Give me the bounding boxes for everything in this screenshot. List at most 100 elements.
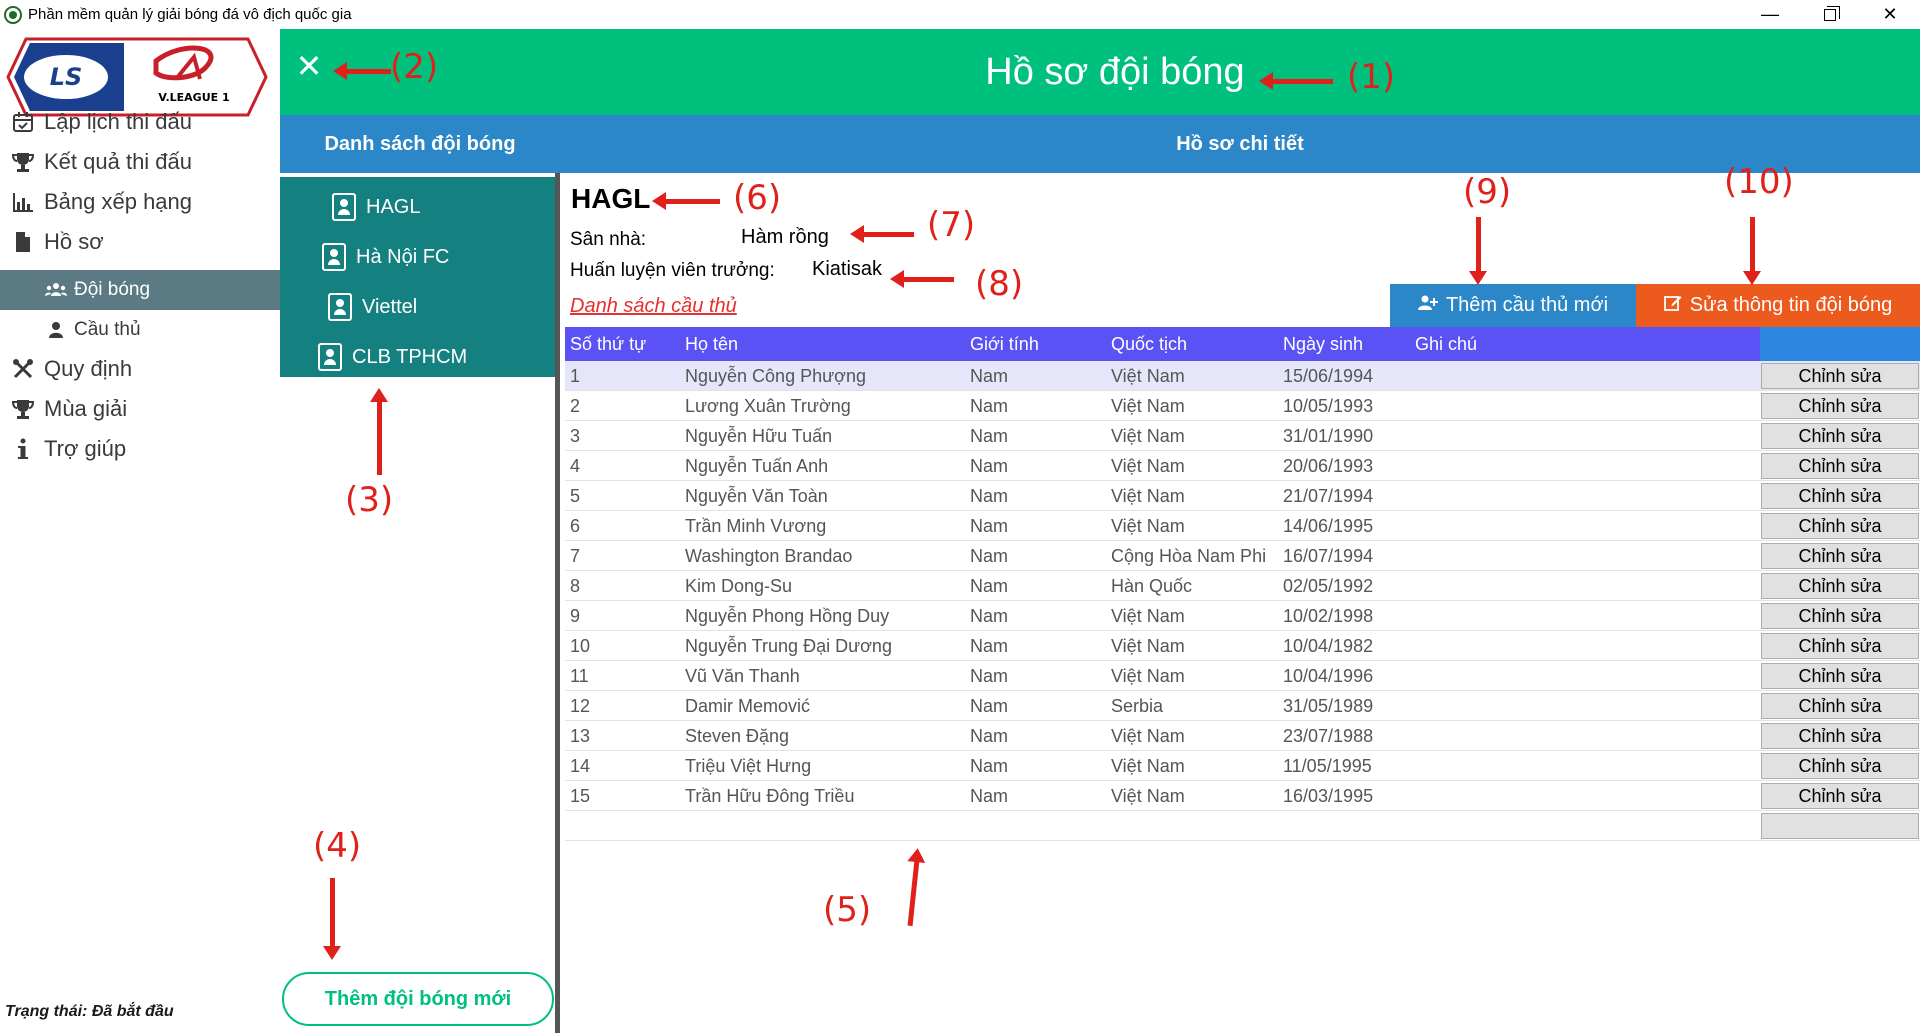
- cell-nationality: Việt Nam: [1111, 665, 1185, 686]
- table-row[interactable]: 4 Nguyễn Tuấn Anh Nam Việt Nam 20/06/1993 Chỉ…: [565, 451, 1920, 481]
- cell-birthdate: 21/07/1994: [1283, 485, 1374, 506]
- table-row[interactable]: 13 Steven Đặng Nam Việt Nam 23/07/1988 Chỉnh …: [565, 721, 1920, 751]
- edit-player-button[interactable]: Chỉnh sửa: [1761, 753, 1919, 779]
- close-window-button[interactable]: ✕: [1860, 0, 1920, 29]
- add-team-button[interactable]: Thêm đội bóng mới: [282, 972, 554, 1026]
- cell-nationality: Serbia: [1111, 695, 1164, 716]
- cell-name: Lương Xuân Trường: [685, 395, 851, 416]
- edit-player-button[interactable]: Chỉnh sửa: [1761, 363, 1919, 389]
- table-row[interactable]: 2 Lương Xuân Trường Nam Việt Nam 10/05/1993 C…: [565, 391, 1920, 421]
- page-title: Hồ sơ đội bóng: [985, 50, 1245, 93]
- edit-player-button[interactable]: Chỉnh sửa: [1761, 483, 1919, 509]
- annotation-arrow-1: [1259, 72, 1333, 90]
- column-header-gender[interactable]: Giới tính: [970, 327, 1039, 361]
- edit-player-button[interactable]: Chỉnh sửa: [1761, 693, 1919, 719]
- column-header-birthdate[interactable]: Ngày sinh: [1283, 327, 1363, 361]
- edit-player-button[interactable]: Chỉnh sửa: [1761, 603, 1919, 629]
- edit-player-button[interactable]: Chỉnh sửa: [1761, 633, 1919, 659]
- cell-birthdate: 14/06/1995: [1283, 515, 1374, 536]
- edit-player-button[interactable]: Chỉnh sửa: [1761, 453, 1919, 479]
- nav-item-records[interactable]: Hồ sơ: [0, 218, 280, 266]
- cell-birthdate: 11/05/1995: [1283, 755, 1372, 776]
- table-row[interactable]: 10 Nguyễn Trung Đại Dương Nam Việt Nam 10/04…: [565, 631, 1920, 661]
- column-header-nationality[interactable]: Quốc tịch: [1111, 327, 1187, 361]
- table-new-row[interactable]: [565, 811, 1920, 841]
- cell-nationality: Việt Nam: [1111, 485, 1185, 506]
- contact-card-icon: [332, 193, 356, 221]
- maximize-button[interactable]: [1800, 0, 1860, 29]
- edit-team-button[interactable]: Sửa thông tin đội bóng: [1636, 284, 1920, 327]
- edit-player-button[interactable]: Chỉnh sửa: [1761, 723, 1919, 749]
- players-list-link[interactable]: Danh sách cầu thủ: [570, 295, 737, 318]
- table-row[interactable]: 9 Nguyễn Phong Hồng Duy Nam Việt Nam 10/02/1…: [565, 601, 1920, 631]
- table-row[interactable]: 7 Washington Brandao Nam Cộng Hòa Nam Phi 16…: [565, 541, 1920, 571]
- nav-label: Hồ sơ: [44, 229, 104, 254]
- edit-player-button[interactable]: Chỉnh sửa: [1761, 783, 1919, 809]
- annotation-1: (1): [1347, 57, 1396, 97]
- team-item-hagl[interactable]: HAGL: [332, 189, 420, 225]
- page-header: Hồ sơ đội bóng ✕: [280, 29, 1920, 115]
- cell-gender: Nam: [970, 575, 1009, 596]
- cell-name: Nguyễn Phong Hồng Duy: [685, 605, 890, 626]
- annotation-8: (8): [975, 264, 1024, 304]
- team-item-viettel[interactable]: Viettel: [328, 289, 417, 325]
- cell-nationality: Việt Nam: [1111, 365, 1185, 386]
- edit-player-button[interactable]: Chỉnh sửa: [1761, 513, 1919, 539]
- cell-gender: Nam: [970, 755, 1009, 776]
- table-row[interactable]: 1 Nguyễn Công Phượng Nam Việt Nam 15/06/1994…: [565, 361, 1920, 391]
- table-row[interactable]: 14 Triệu Việt Hưng Nam Việt Nam 11/05/1995 Ch…: [565, 751, 1920, 781]
- info-icon: [8, 438, 38, 460]
- team-name: HAGL: [571, 183, 651, 214]
- column-header-note[interactable]: Ghi chú: [1415, 327, 1477, 361]
- cell-index: 7: [570, 545, 581, 566]
- window-title: Phần mềm quản lý giải bóng đá vô địch qu…: [28, 6, 352, 23]
- team-item-hanoi-fc[interactable]: Hà Nội FC: [322, 239, 449, 275]
- minimize-button[interactable]: —: [1740, 0, 1800, 29]
- table-row[interactable]: 3 Nguyễn Hữu Tuấn Nam Việt Nam 31/01/1990 Chỉ…: [565, 421, 1920, 451]
- cell-name: Washington Brandao: [685, 545, 853, 566]
- annotation-arrow-6: [652, 192, 720, 210]
- edit-player-button[interactable]: Chỉnh sửa: [1761, 423, 1919, 449]
- edit-player-button[interactable]: Chỉnh sửa: [1761, 393, 1919, 419]
- nav-item-help[interactable]: Trợ giúp: [0, 425, 280, 473]
- team-item-label: CLB TPHCM: [352, 345, 468, 368]
- cell-nationality: Việt Nam: [1111, 635, 1185, 656]
- cell-gender: Nam: [970, 515, 1009, 536]
- column-header-name[interactable]: Họ tên: [685, 327, 738, 361]
- table-row[interactable]: 6 Trần Minh Vương Nam Việt Nam 14/06/1995 Chỉ…: [565, 511, 1920, 541]
- new-row-action-cell: [1761, 813, 1919, 839]
- edit-player-button[interactable]: Chỉnh sửa: [1761, 543, 1919, 569]
- cell-gender: Nam: [970, 425, 1009, 446]
- cell-gender: Nam: [970, 455, 1009, 476]
- cell-name: Damir Memović: [685, 695, 811, 716]
- contact-card-icon: [328, 293, 352, 321]
- edit-player-button[interactable]: Chỉnh sửa: [1761, 663, 1919, 689]
- cell-index: 1: [570, 365, 581, 386]
- trophy-icon: [8, 398, 38, 420]
- table-row[interactable]: 11 Vũ Văn Thanh Nam Việt Nam 10/04/1996 Chỉnh…: [565, 661, 1920, 691]
- annotation-10: (10): [1724, 162, 1794, 202]
- cell-gender: Nam: [970, 695, 1009, 716]
- table-row[interactable]: 15 Trần Hữu Đông Triều Nam Việt Nam 16/03/19…: [565, 781, 1920, 811]
- team-item-clb-tphcm[interactable]: CLB TPHCM: [318, 339, 467, 375]
- annotation-arrow-2: [333, 62, 391, 80]
- annotation-5: (5): [823, 890, 872, 930]
- table-row[interactable]: 5 Nguyễn Văn Toàn Nam Việt Nam 21/07/1994 Chỉ…: [565, 481, 1920, 511]
- cell-name: Nguyễn Trung Đại Dương: [685, 635, 892, 656]
- table-row[interactable]: 8 Kim Dong-Su Nam Hàn Quốc 02/05/1992 Chỉnh s…: [565, 571, 1920, 601]
- add-player-button[interactable]: Thêm cầu thủ mới: [1390, 284, 1636, 327]
- nav-item-players[interactable]: Cầu thủ: [0, 310, 280, 350]
- team-item-label: Viettel: [362, 295, 418, 318]
- file-icon: [8, 231, 38, 253]
- edit-player-button[interactable]: Chỉnh sửa: [1761, 573, 1919, 599]
- close-panel-button[interactable]: ✕: [294, 50, 324, 82]
- cell-gender: Nam: [970, 395, 1009, 416]
- team-item-label: HAGL: [366, 195, 421, 218]
- column-header-index[interactable]: Số thứ tự: [570, 327, 646, 361]
- cell-index: 5: [570, 485, 581, 506]
- annotation-9: (9): [1463, 172, 1512, 212]
- detail-heading: Hồ sơ chi tiết: [1176, 132, 1304, 155]
- nav-item-teams[interactable]: Đội bóng: [0, 270, 280, 310]
- table-row[interactable]: 12 Damir Memović Nam Serbia 31/05/1989 Chỉnh …: [565, 691, 1920, 721]
- trophy-icon: [8, 151, 38, 173]
